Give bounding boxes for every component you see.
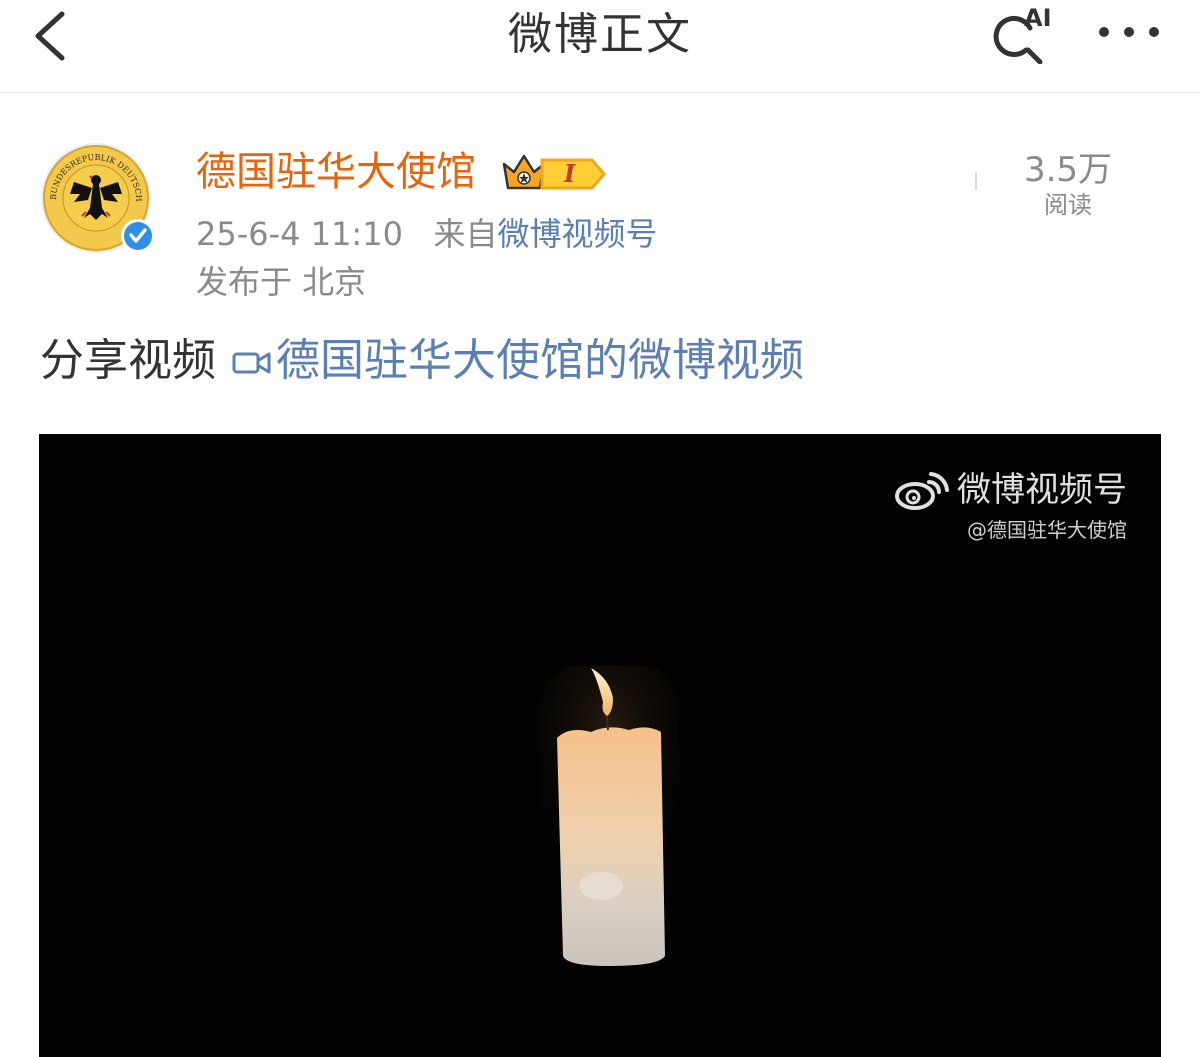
more-options-icon[interactable] [1094, 12, 1164, 52]
author-name[interactable]: 德国驻华大使馆 [196, 146, 476, 198]
read-count-label: 阅读 [1044, 191, 1092, 219]
top-nav-bar: 微博正文 AI [0, 0, 1200, 93]
video-player[interactable]: 微博视频号 @德国驻华大使馆 [39, 434, 1161, 1057]
read-count-block: 3.5万 阅读 [1008, 150, 1128, 220]
post-body: 分享视频 德国驻华大使馆的微博视频 [40, 332, 804, 390]
video-watermark: 微博视频号 @德国驻华大使馆 [893, 468, 1127, 544]
ai-search-icon[interactable]: AI [986, 4, 1056, 64]
verified-badge-icon [121, 219, 155, 253]
read-count: 3.5万 [1023, 150, 1113, 190]
member-level: I [563, 159, 576, 188]
post-timestamp: 25-6-4 11:10 [196, 215, 403, 253]
watermark-handle: @德国驻华大使馆 [967, 518, 1127, 542]
video-link[interactable]: 德国驻华大使馆的微博视频 [276, 335, 804, 386]
ai-label: AI [1024, 4, 1052, 32]
source-link[interactable]: 微博视频号 [497, 215, 657, 253]
weibo-logo-icon [895, 472, 949, 510]
candle-image [539, 666, 679, 966]
watermark-title: 微博视频号 [957, 470, 1127, 510]
post-text: 分享视频 [40, 335, 216, 386]
member-crown-badge-icon[interactable]: I [498, 150, 610, 194]
post-location: 发布于 北京 [196, 263, 367, 301]
video-camera-icon [232, 352, 271, 374]
divider [975, 172, 977, 190]
post-meta: 25-6-4 11:10 来自微博视频号 [196, 212, 657, 256]
source-prefix: 来自 [433, 215, 498, 253]
